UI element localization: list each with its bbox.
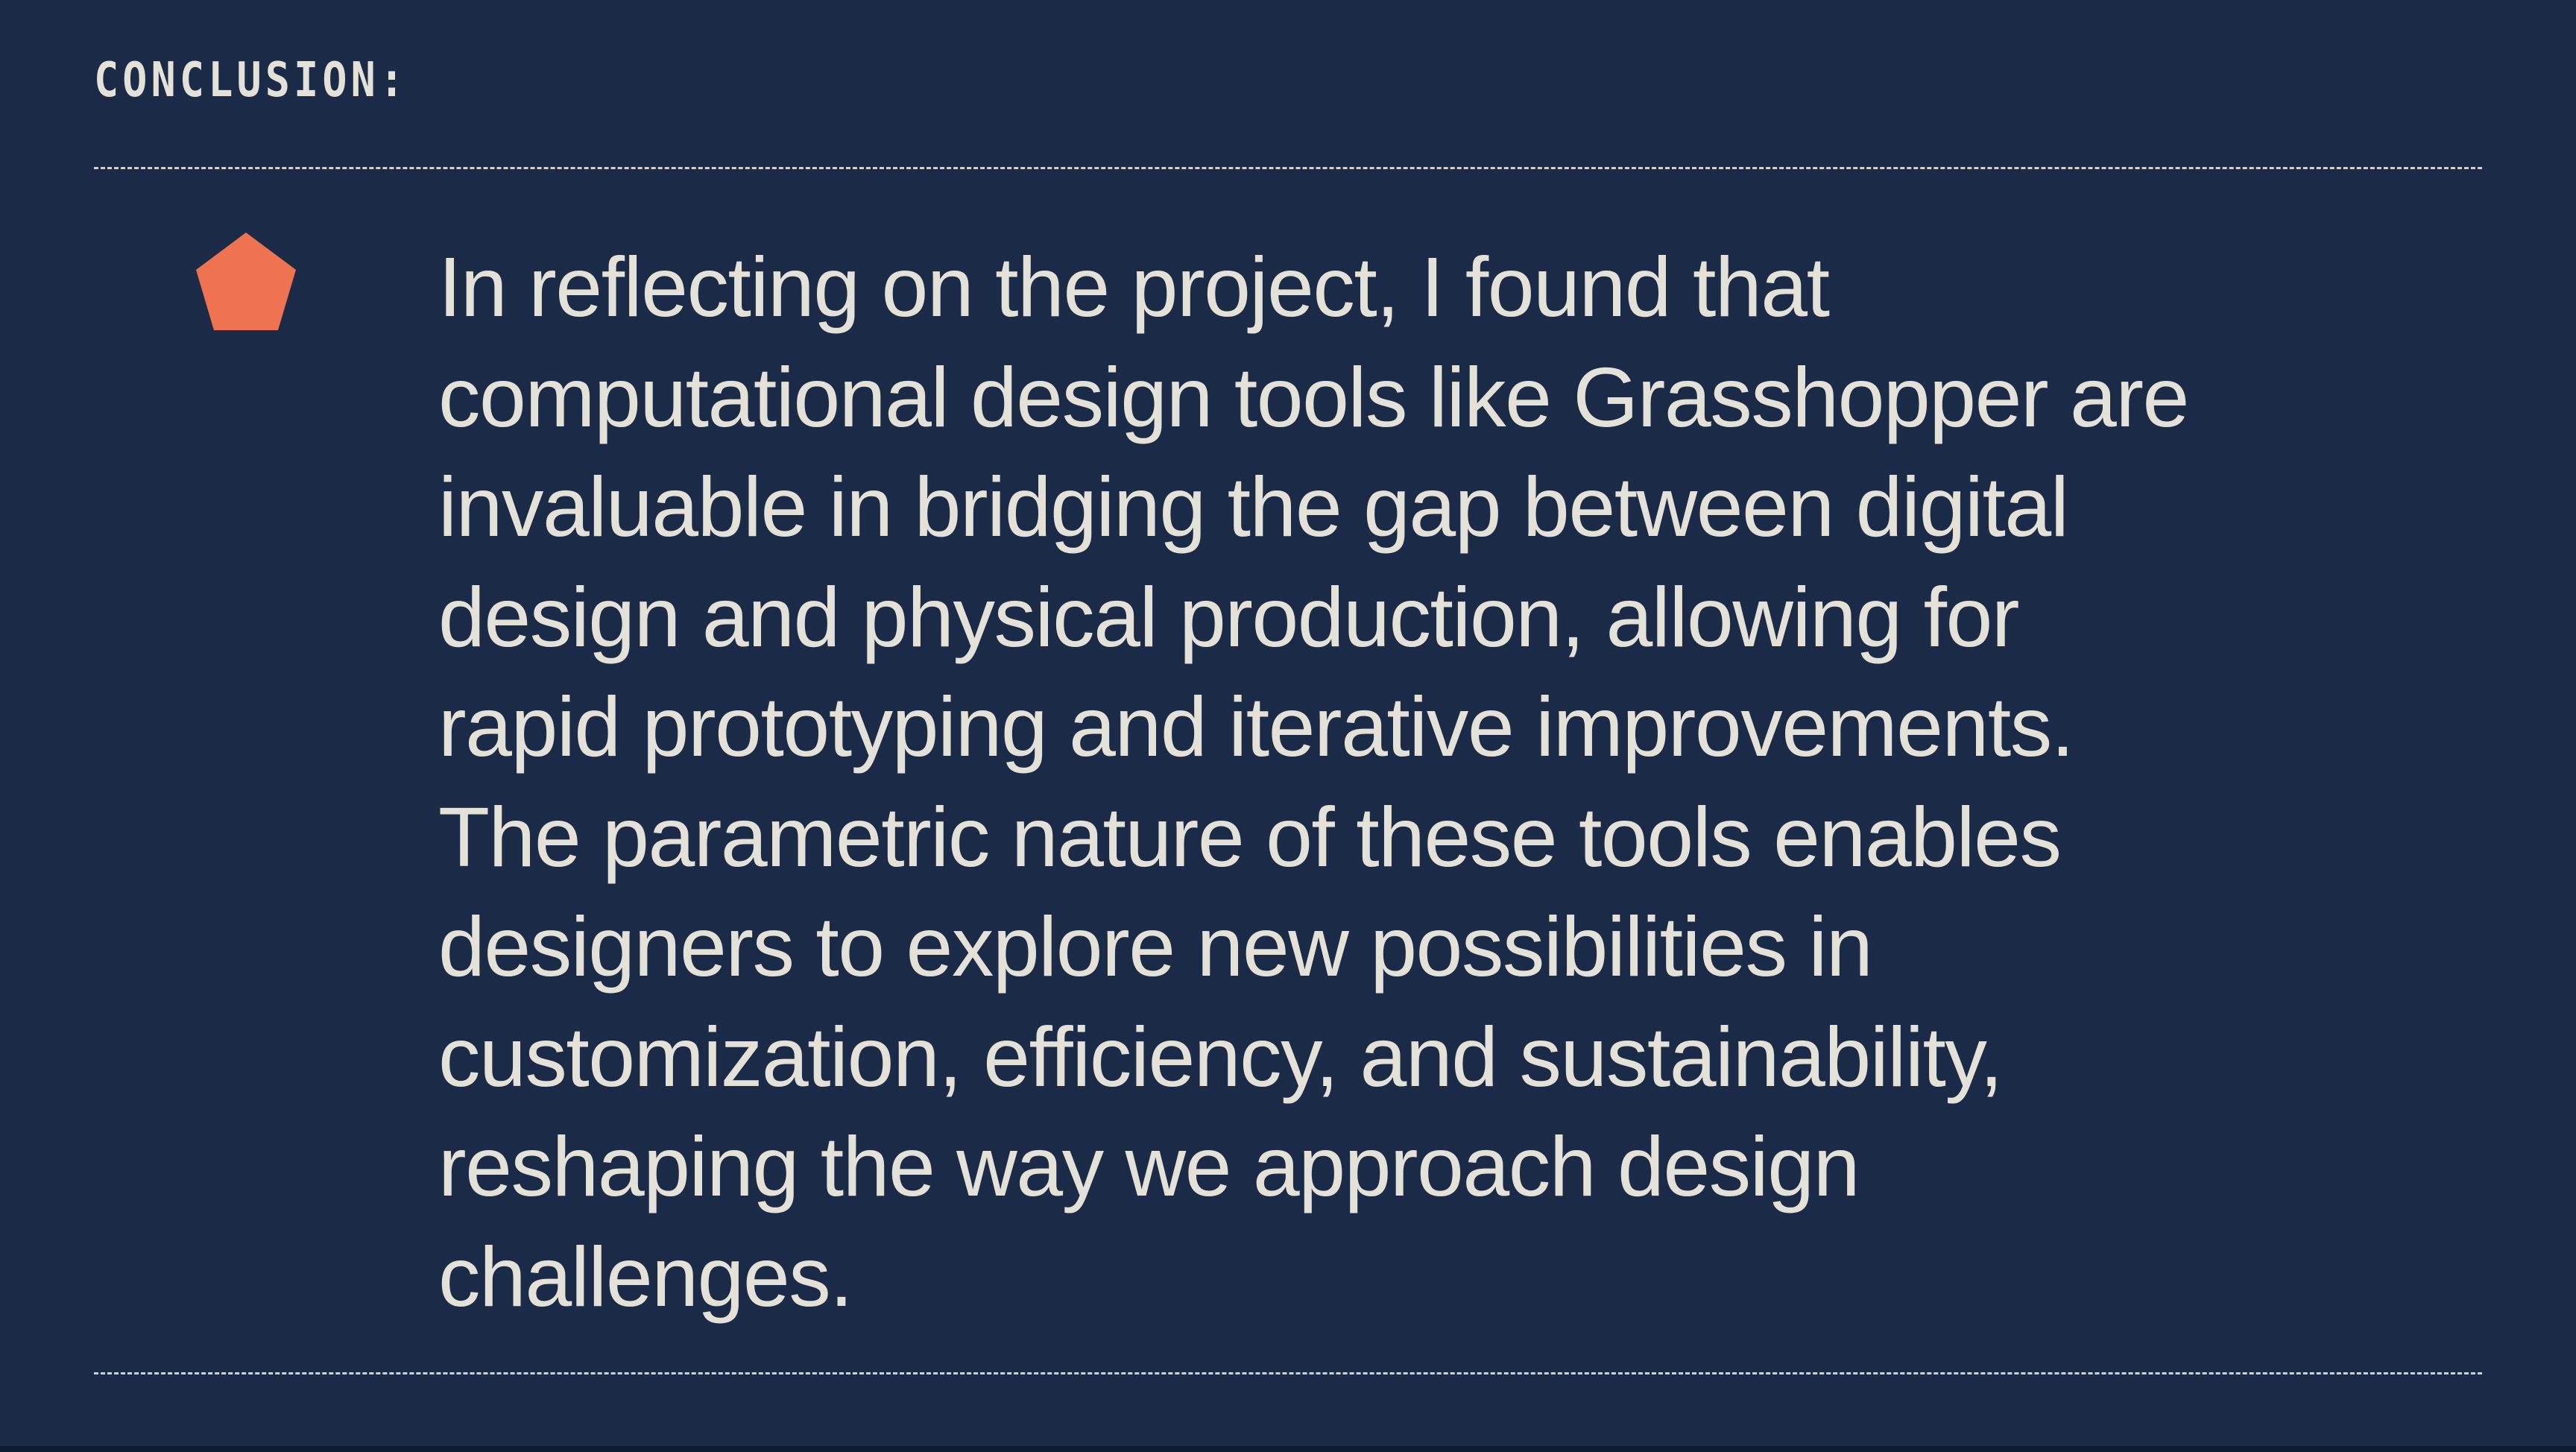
paragraph-line: customization, efficiency, and sustainab… (438, 1009, 2003, 1104)
paragraph-line: design and physical production, allowing… (438, 569, 2020, 664)
paragraph-line: In reflecting on the project, I found th… (438, 240, 1830, 334)
bottom-dashed-divider (94, 1372, 2482, 1374)
paragraph-line: The parametric nature of these tools ena… (438, 789, 2062, 884)
conclusion-paragraph: In reflecting on the project, I found th… (438, 233, 2346, 1332)
section-heading: CONCLUSION: (94, 53, 408, 108)
paragraph-line: computational design tools like Grasshop… (438, 350, 2189, 444)
paragraph-line: designers to explore new possibilities i… (438, 900, 1873, 994)
paragraph-line: challenges. (438, 1229, 853, 1324)
top-dashed-divider (94, 167, 2482, 169)
paragraph-line: reshaping the way we approach design (438, 1120, 1860, 1213)
conclusion-slide: CONCLUSION: In reflecting on the project… (0, 0, 2576, 1446)
paragraph-line: invaluable in bridging the gap between d… (438, 460, 2069, 554)
paragraph-line: rapid prototyping and iterative improvem… (438, 680, 2074, 774)
pentagon-bullet-icon (196, 233, 296, 330)
